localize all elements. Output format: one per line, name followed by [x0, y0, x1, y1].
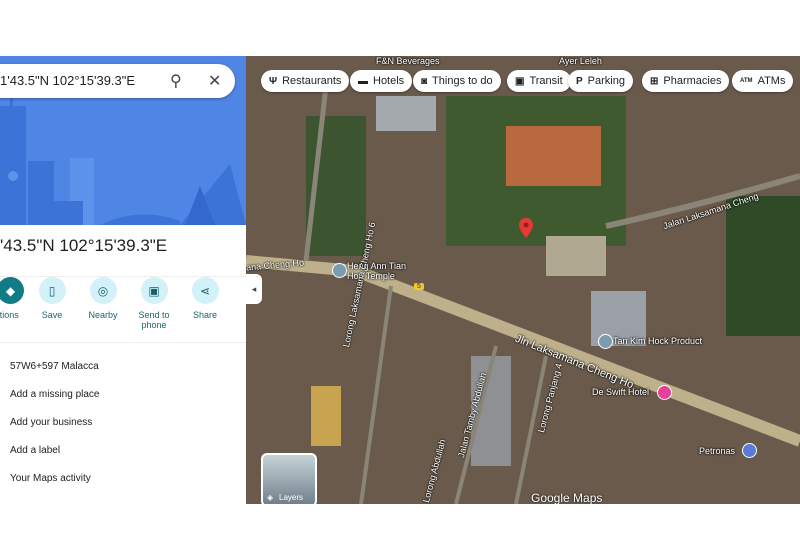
share-button[interactable]: ⋖ Share [175, 277, 235, 320]
tan-kim-hock-poi-icon[interactable] [598, 334, 613, 349]
map-label-fn-beverages[interactable]: F&N Beverages [376, 56, 440, 66]
plus-code[interactable]: 57W6+597 Malacca [10, 361, 99, 372]
google-maps-logo: Google Maps [531, 491, 603, 504]
chip-pharmacies[interactable]: ⊞ Pharmacies [642, 70, 730, 92]
map-label-petronas[interactable]: Petronas [699, 446, 735, 456]
send-to-phone-icon: ▣ [140, 277, 168, 304]
hotel-icon: ▬ [358, 75, 368, 87]
satellite-map[interactable]: Ψ Restaurants ▬ Hotels ◙ Things to do ▣ Tran… [246, 56, 800, 504]
layers-icon: ◈ [267, 493, 274, 502]
search-input[interactable]: 1'43.5"N 102°15'39.3"E [0, 73, 135, 88]
directions-icon: ◆ [0, 277, 24, 304]
map-label-ayer-leleh: Ayer Leleh [559, 56, 602, 66]
bookmark-icon: ▯ [38, 277, 66, 304]
transit-icon: ▣ [515, 75, 525, 87]
chip-hotels[interactable]: ▬ Hotels [350, 70, 413, 92]
location-pin-icon[interactable] [519, 218, 533, 238]
gas-station-poi-icon[interactable] [742, 443, 757, 458]
share-icon: ⋖ [191, 277, 219, 304]
satellite-imagery [246, 56, 800, 504]
parking-icon: P [576, 75, 583, 87]
maps-activity-link[interactable]: Your Maps activity [10, 473, 91, 484]
chip-restaurants[interactable]: Ψ Restaurants [261, 70, 350, 92]
add-missing-place-link[interactable]: Add a missing place [10, 389, 100, 400]
chip-atms[interactable]: ATM ATMs [732, 70, 794, 92]
route-shield: 5 [414, 283, 424, 290]
map-label-de-swift-hotel[interactable]: De Swift Hotel [592, 387, 649, 397]
search-icon[interactable]: ⚲ [170, 71, 182, 91]
collapse-panel-button[interactable]: ◂ [246, 274, 262, 304]
map-label-tan-kim-hock[interactable]: Tan Kim Hock Product [613, 336, 702, 346]
pharmacy-icon: ⊞ [650, 75, 659, 87]
hero-illustration: 1'43.5"N 102°15'39.3"E ⚲ ✕ [0, 56, 246, 225]
temple-poi-icon[interactable] [332, 263, 347, 278]
restaurant-icon: Ψ [269, 75, 278, 87]
camera-icon: ◙ [421, 75, 428, 87]
place-title: '43.5"N 102°15'39.3"E [0, 236, 168, 255]
nearby-icon: ◎ [89, 277, 117, 304]
add-label-link[interactable]: Add a label [10, 445, 60, 456]
chip-parking[interactable]: P Parking [568, 70, 633, 92]
chip-transit[interactable]: ▣ Transit [507, 70, 571, 92]
atm-icon: ATM [740, 78, 753, 84]
layers-button[interactable]: ◈ Layers [261, 453, 317, 504]
place-details-list: 57W6+597 Malacca Add a missing place Add… [0, 342, 246, 484]
search-box[interactable]: 1'43.5"N 102°15'39.3"E ⚲ ✕ [0, 64, 235, 98]
chip-things-to-do[interactable]: ◙ Things to do [413, 70, 501, 92]
action-row: ◆ctions ▯Save ◎Nearby ▣Send to phone ⋖Sh… [0, 276, 246, 341]
add-business-link[interactable]: Add your business [10, 417, 92, 428]
close-icon[interactable]: ✕ [208, 71, 221, 91]
hotel-poi-icon[interactable] [657, 385, 672, 400]
place-panel: 1'43.5"N 102°15'39.3"E ⚲ ✕ '43.5"N 102°1… [0, 56, 246, 504]
